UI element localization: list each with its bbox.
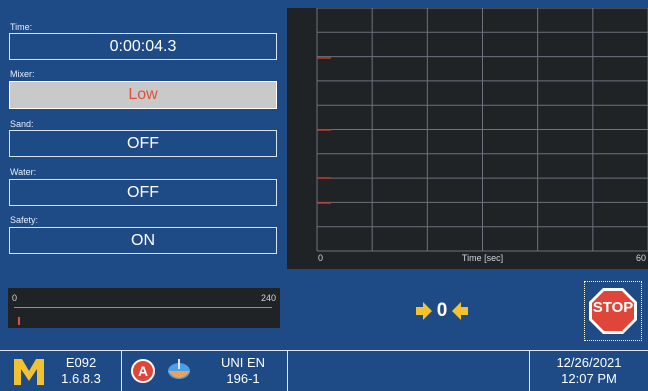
sand-field[interactable]: OFF: [9, 130, 277, 157]
firmware-version: 1.6.8.3: [61, 371, 101, 386]
gauge-max-label: 240: [260, 293, 276, 303]
safety-field[interactable]: ON: [9, 227, 277, 254]
time-chart: 0 60 Time [sec]: [316, 7, 648, 263]
stop-label: STOP: [592, 299, 634, 316]
x-axis-label: Time [sec]: [462, 253, 503, 263]
mini-gauge: 0 240: [8, 288, 280, 328]
safety-label: Safety:: [10, 215, 39, 225]
gauge-marker: [18, 317, 21, 325]
current-time: 12:07 PM: [561, 371, 617, 386]
plot-area: 0 60 Time [sec]: [287, 7, 648, 269]
mixer-bowl-icon: [168, 359, 190, 379]
mode-badge[interactable]: A: [131, 359, 155, 383]
standard-line1: UNI EN: [220, 355, 266, 370]
mixer-label: Mixer:: [10, 69, 35, 79]
water-field[interactable]: OFF: [9, 179, 277, 206]
mixer-field[interactable]: Low: [9, 81, 277, 109]
stop-button[interactable]: STOP: [584, 281, 642, 341]
x-tick-label: 60: [636, 253, 646, 263]
time-value: 0:00:04.3: [9, 33, 277, 60]
standard-line2: 196-1: [226, 371, 260, 386]
time-label: Time:: [10, 22, 33, 32]
status-bar: E092 1.6.8.3 A UNI EN 196-1 12/26/2021 1…: [0, 350, 648, 391]
flow-indicator: 0: [414, 299, 470, 323]
water-label: Water:: [10, 167, 37, 177]
sand-label: Sand:: [10, 119, 34, 129]
gauge-min-label: 0: [12, 293, 18, 303]
x-tick-label: 0: [318, 253, 323, 263]
machine-code: E092: [65, 355, 97, 370]
current-date: 12/26/2021: [556, 355, 622, 370]
gauge-axis: [14, 307, 272, 308]
indicator-value: 0: [436, 300, 448, 321]
brand-logo-icon: [14, 359, 44, 385]
